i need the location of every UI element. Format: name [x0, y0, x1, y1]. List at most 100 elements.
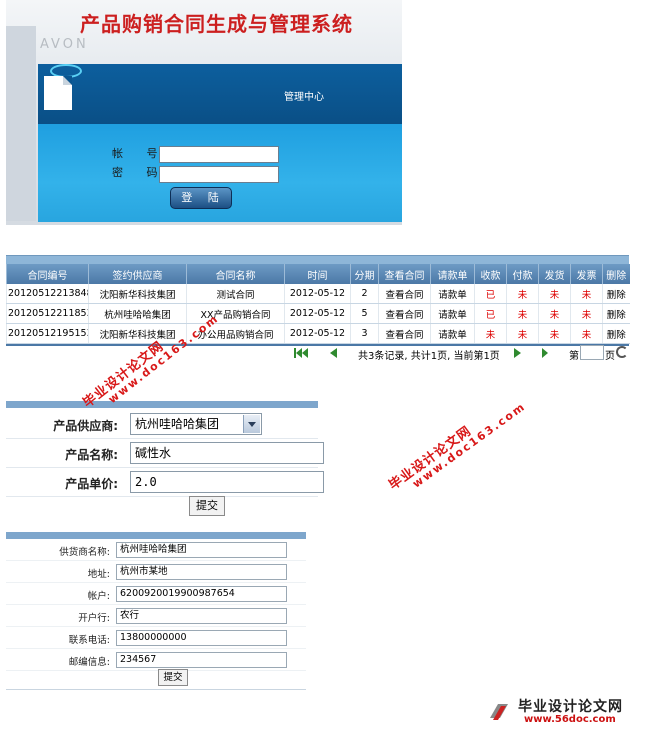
supplier-label: 产品供应商:: [53, 419, 118, 433]
view-contract-link[interactable]: 查看合同: [378, 284, 431, 304]
price-input[interactable]: 2.0: [130, 471, 324, 493]
supplier-submit-button[interactable]: 提交: [158, 669, 188, 686]
request-link[interactable]: 请款单: [430, 323, 475, 344]
phone-row: 联系电话: 13800000000: [6, 627, 306, 649]
supplier-row: 产品供应商: 杭州哇哈哈集团: [6, 410, 318, 439]
product-name-label: 产品名称:: [65, 448, 118, 462]
delete-link[interactable]: 删除: [602, 323, 630, 344]
col-delete: 删除: [602, 264, 630, 284]
field-label: 地址:: [87, 569, 110, 580]
col-contract-no: 合同编号: [6, 264, 89, 284]
product-name-input[interactable]: 碱性水: [130, 442, 324, 464]
received-status[interactable]: 已: [474, 284, 507, 304]
product-submit-button[interactable]: 提交: [189, 496, 225, 516]
pager: 共3条记录, 共计1页, 当前第1页 第 页: [294, 345, 634, 362]
address-row: 地址: 杭州市某地: [6, 561, 306, 583]
chevron-down-icon[interactable]: [243, 415, 260, 433]
refresh-icon[interactable]: [616, 346, 628, 358]
system-title: 产品购销合同生成与管理系统: [80, 12, 353, 36]
form-top-bar: [6, 532, 306, 539]
last-page-icon[interactable]: [542, 348, 552, 358]
pager-summary: 共3条记录, 共计1页, 当前第1页: [358, 351, 500, 362]
paid-status[interactable]: 未: [506, 323, 539, 344]
shipped-status[interactable]: 未: [538, 323, 571, 344]
request-link[interactable]: 请款单: [430, 284, 475, 304]
table-header-row: 合同编号 签约供应商 合同名称 时间 分期 查看合同 请款单 收款 付款 发货 …: [6, 264, 630, 284]
cell-time: 2012-05-12: [284, 303, 351, 324]
bank-row: 开户行: 农行: [6, 605, 306, 627]
view-contract-link[interactable]: 查看合同: [378, 303, 431, 324]
col-supplier: 签约供应商: [88, 264, 187, 284]
cell-installments: 5: [350, 303, 379, 324]
cell-supplier: 杭州哇哈哈集团: [88, 303, 187, 324]
postcode-row: 邮编信息: 234567: [6, 649, 306, 671]
col-invoice: 发票: [570, 264, 603, 284]
login-box-header: [38, 64, 402, 124]
goto-page-suffix: 页: [605, 351, 615, 362]
view-contract-link[interactable]: 查看合同: [378, 323, 431, 344]
product-form: 产品供应商: 杭州哇哈哈集团 产品名称: 碱性水 产品单价: 2.0 提交: [6, 401, 324, 516]
table-row: 20120512213848 沈阳新华科技集团 测试合同 2012-05-12 …: [6, 284, 630, 304]
table-top-bar: [6, 255, 629, 264]
col-view: 查看合同: [378, 264, 431, 284]
supplier-select-value: 杭州哇哈哈集团: [135, 417, 220, 431]
received-status[interactable]: 已: [474, 303, 507, 324]
goto-page-prefix: 第: [569, 351, 579, 362]
paid-status[interactable]: 未: [506, 284, 539, 304]
login-button[interactable]: 登 陆: [170, 187, 232, 209]
account-row: 帐户: 6200920019900987654: [6, 583, 306, 605]
watermark: 毕业设计论文网 www.doc163.com: [386, 399, 529, 494]
col-installments: 分期: [350, 264, 379, 284]
postcode-input[interactable]: 234567: [116, 652, 287, 668]
table-row: 20120512195153 沈阳新华科技集团 办公用品购销合同 2012-05…: [6, 323, 630, 344]
name-row: 产品名称: 碱性水: [6, 439, 324, 468]
table-row: 20120512211853 杭州哇哈哈集团 XX产品购销合同 2012-05-…: [6, 303, 630, 324]
col-paid: 付款: [506, 264, 539, 284]
phone-input[interactable]: 13800000000: [116, 630, 287, 646]
admin-center-title: 管理中心: [284, 92, 324, 103]
cell-contract-no: 20120512195153: [6, 323, 89, 344]
cell-time: 2012-05-12: [284, 323, 351, 344]
logo-mark-icon: [490, 704, 508, 720]
shipped-status[interactable]: 未: [538, 303, 571, 324]
field-label: 开户行:: [78, 613, 110, 624]
supplier-select[interactable]: 杭州哇哈哈集团: [130, 413, 262, 435]
account-input[interactable]: [159, 146, 279, 163]
col-shipped: 发货: [538, 264, 571, 284]
background-display: [6, 26, 36, 221]
invoice-status[interactable]: 未: [570, 303, 603, 324]
shipped-status[interactable]: 未: [538, 284, 571, 304]
form-bottom-line: [6, 689, 306, 690]
goto-page-input[interactable]: [580, 345, 604, 360]
supplier-name-row: 供货商名称: 杭州哇哈哈集团: [6, 539, 306, 561]
delete-link[interactable]: 删除: [602, 284, 630, 304]
cell-time: 2012-05-12: [284, 284, 351, 304]
cell-installments: 3: [350, 323, 379, 344]
form-top-bar: [6, 401, 318, 408]
password-input[interactable]: [159, 166, 279, 183]
bank-account-input[interactable]: 6200920019900987654: [116, 586, 287, 602]
prev-page-icon[interactable]: [330, 348, 338, 358]
bank-input[interactable]: 农行: [116, 608, 287, 624]
invoice-status[interactable]: 未: [570, 323, 603, 344]
paid-status[interactable]: 未: [506, 303, 539, 324]
logo-url: www.56doc.com: [524, 714, 616, 725]
col-request: 请款单: [430, 264, 475, 284]
request-link[interactable]: 请款单: [430, 303, 475, 324]
site-logo: 毕业设计论文网 www.56doc.com: [488, 696, 648, 728]
price-row: 产品单价: 2.0: [6, 468, 324, 497]
brand-text: AVON: [40, 37, 89, 52]
contract-table-panel: 合同编号 签约供应商 合同名称 时间 分期 查看合同 请款单 收款 付款 发货 …: [6, 255, 630, 346]
received-status[interactable]: 未: [474, 323, 507, 344]
invoice-status[interactable]: 未: [570, 284, 603, 304]
supplier-form: 供货商名称: 杭州哇哈哈集团 地址: 杭州市某地 帐户: 62009200199…: [6, 532, 306, 690]
logo-text: 毕业设计论文网: [518, 699, 623, 715]
delete-link[interactable]: 删除: [602, 303, 630, 324]
supplier-name-input[interactable]: 杭州哇哈哈集团: [116, 542, 287, 558]
document-icon: [44, 76, 72, 110]
next-page-icon[interactable]: [514, 348, 522, 358]
col-received: 收款: [474, 264, 507, 284]
address-input[interactable]: 杭州市某地: [116, 564, 287, 580]
first-page-icon[interactable]: [294, 348, 312, 358]
field-label: 邮编信息:: [68, 657, 110, 668]
